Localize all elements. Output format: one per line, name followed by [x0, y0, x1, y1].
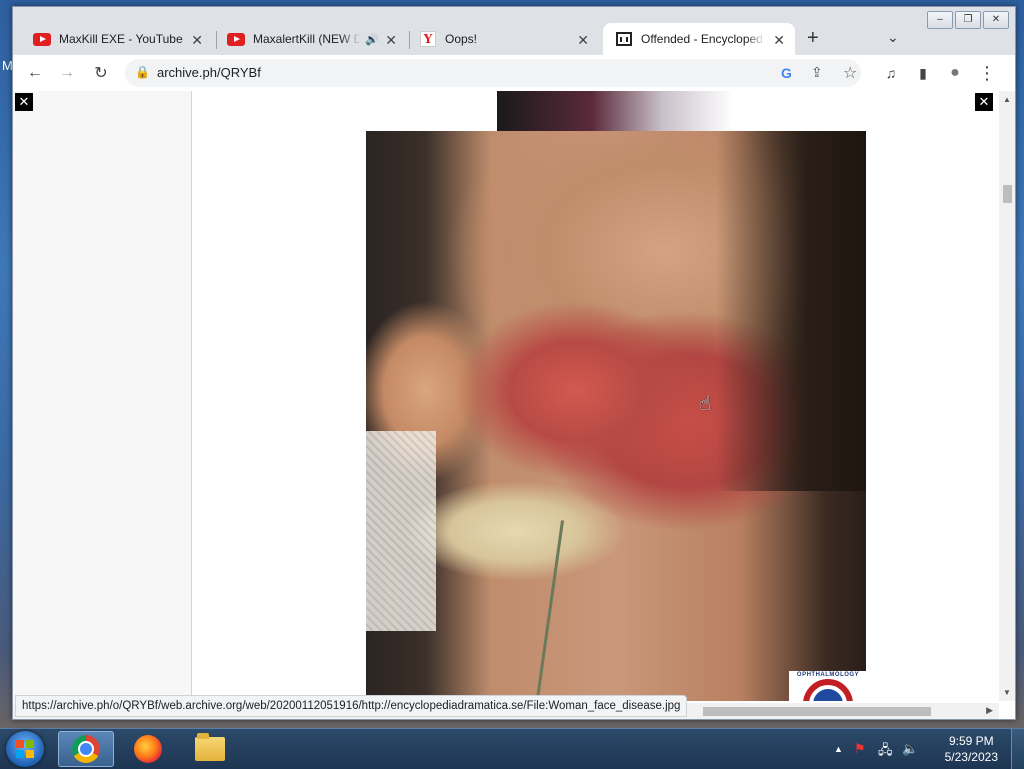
- scroll-right-icon[interactable]: ▶: [986, 705, 993, 716]
- tab-maxkill-youtube[interactable]: MaxKill EXE - YouTube ✕: [13, 23, 213, 55]
- show-hidden-icons-icon[interactable]: ▲: [834, 744, 843, 754]
- hand-cursor-icon: ☝: [699, 393, 712, 415]
- lock-icon[interactable]: 🔒: [135, 65, 150, 79]
- speaker-icon[interactable]: 🔊: [365, 33, 379, 46]
- chrome-icon: [72, 735, 100, 763]
- horizontal-scroll-thumb[interactable]: [703, 707, 931, 716]
- forward-button[interactable]: →: [55, 61, 79, 85]
- tab-maxalertkill[interactable]: MaxalertKill (NEW D 🔊 ✕: [207, 23, 407, 55]
- volume-icon[interactable]: 🔈: [902, 741, 918, 757]
- media-control-icon[interactable]: ♫: [879, 61, 903, 85]
- browser-toolbar: ← → ↻ 🔒 archive.ph/QRYBf G ⇪ ☆ ♫ ▮ ● ⋮: [13, 55, 1015, 92]
- reload-button[interactable]: ↻: [89, 61, 113, 85]
- main-photo[interactable]: [366, 131, 866, 701]
- profile-avatar-icon[interactable]: ●: [943, 61, 967, 85]
- scroll-up-icon[interactable]: ▲: [1003, 95, 1011, 104]
- url-text[interactable]: archive.ph/QRYBf: [157, 65, 261, 80]
- vertical-scrollbar[interactable]: ▲ ▼: [999, 91, 1015, 701]
- youtube-icon: [33, 32, 51, 46]
- link-status-bar: https://archive.ph/o/QRYBf/web.archive.o…: [15, 695, 688, 717]
- folder-icon: [195, 733, 225, 761]
- tab-offended-active[interactable]: Offended - Encycloped ✕: [603, 23, 795, 55]
- back-button[interactable]: ←: [23, 61, 47, 85]
- clock-date: 5/23/2023: [944, 750, 998, 764]
- new-tab-button[interactable]: +: [807, 27, 819, 50]
- photo-region-gauze: [366, 431, 436, 631]
- photo-region-tube: [536, 520, 572, 701]
- tab-close-icon[interactable]: ✕: [191, 32, 203, 49]
- bookmark-star-icon[interactable]: ☆: [843, 63, 857, 83]
- google-translate-icon[interactable]: G: [781, 65, 792, 81]
- close-overlay-right-button[interactable]: ✕: [975, 93, 993, 111]
- youtube-icon: [227, 32, 245, 46]
- vertical-scroll-thumb[interactable]: [1003, 185, 1012, 203]
- share-icon[interactable]: ⇪: [811, 64, 823, 81]
- clock[interactable]: 9:59 PM 5/23/2023: [945, 733, 998, 765]
- photo-region-hair: [716, 131, 866, 491]
- tab-search-button[interactable]: ⌄: [887, 29, 899, 46]
- yandex-icon: Y: [419, 31, 437, 47]
- tab-close-icon[interactable]: ✕: [385, 32, 397, 49]
- tab-close-icon[interactable]: ✕: [577, 32, 589, 49]
- archive-icon: [615, 32, 633, 46]
- close-overlay-left-button[interactable]: ✕: [15, 93, 33, 111]
- scroll-down-icon[interactable]: ▼: [1003, 688, 1011, 697]
- tab-title: MaxalertKill (NEW D: [253, 32, 361, 46]
- taskbar-file-explorer[interactable]: [182, 731, 238, 767]
- action-center-flag-icon[interactable]: ⚑: [854, 741, 866, 757]
- taskbar-chrome[interactable]: [58, 731, 114, 767]
- watermark-logo: OPHTHALMOLOGY: [789, 671, 867, 701]
- taskbar: ▲ ⚑ 🖧 🔈 9:59 PM 5/23/2023: [0, 728, 1024, 769]
- address-bar[interactable]: 🔒 archive.ph/QRYBf G ⇪ ☆: [125, 59, 861, 87]
- tab-title: MaxKill EXE - YouTube: [59, 32, 183, 46]
- tab-close-icon[interactable]: ✕: [773, 32, 785, 49]
- firefox-icon: [134, 735, 162, 763]
- tab-strip: MaxKill EXE - YouTube ✕ MaxalertKill (NE…: [13, 23, 1015, 55]
- start-button[interactable]: [6, 731, 44, 767]
- tab-title: Oops!: [445, 32, 478, 46]
- taskbar-firefox[interactable]: [120, 731, 176, 767]
- tab-title: Offended - Encycloped: [641, 32, 763, 46]
- clock-time: 9:59 PM: [948, 734, 994, 748]
- side-panel-icon[interactable]: ▮: [911, 61, 935, 85]
- show-desktop-button[interactable]: [1011, 729, 1024, 769]
- left-sidebar: [13, 91, 192, 701]
- page-viewport: ✕ ✕ OPHTHALMOLOGY ▲ ▼ ▶ ☝: [13, 91, 1015, 719]
- image-strip-top: [497, 91, 733, 131]
- network-icon[interactable]: 🖧: [878, 741, 893, 763]
- menu-kebab-icon[interactable]: ⋮: [975, 61, 999, 85]
- windows-logo-icon: [16, 740, 34, 758]
- tab-oops[interactable]: Y Oops! ✕: [399, 23, 599, 55]
- browser-window: – ❐ ✕ MaxKill EXE - YouTube ✕ MaxalertKi…: [12, 6, 1016, 720]
- system-tray: ▲ ⚑ 🖧 🔈 9:59 PM 5/23/2023: [834, 729, 1024, 769]
